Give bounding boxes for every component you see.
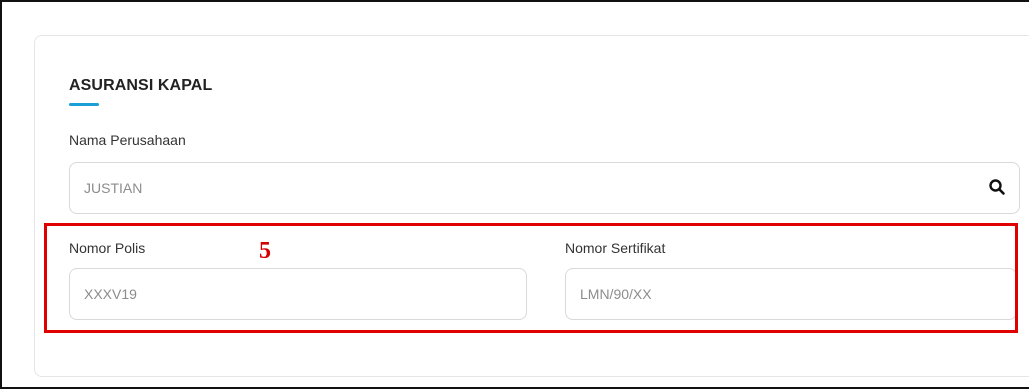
step-number: 5 xyxy=(259,238,271,264)
company-name-value: JUSTIAN xyxy=(84,180,143,196)
section-title-underline xyxy=(69,103,99,106)
step-highlight-box xyxy=(44,223,1018,333)
company-name-field[interactable]: JUSTIAN xyxy=(69,162,1020,214)
section-title: ASURANSI KAPAL xyxy=(69,77,213,94)
company-name-label: Nama Perusahaan xyxy=(69,132,186,148)
search-icon[interactable] xyxy=(988,178,1006,196)
